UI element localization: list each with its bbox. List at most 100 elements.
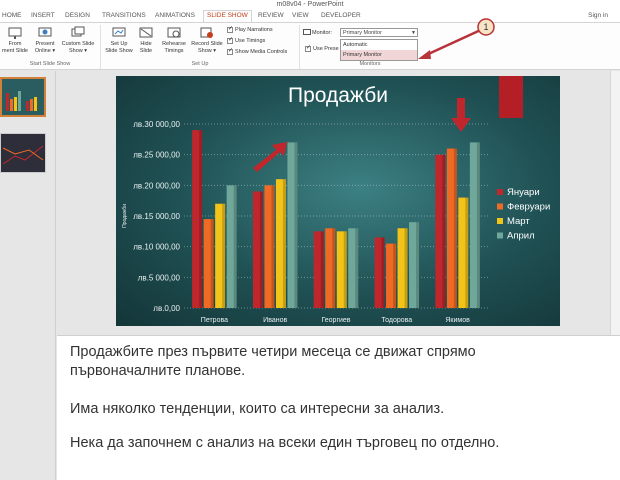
chart-bar-shade (271, 185, 275, 308)
ribbon: From ment Slide Present Online ▾ Custom Sl… (0, 22, 620, 70)
chart-bar-shade (332, 228, 336, 308)
tab-slide-show[interactable]: SLIDE SHOW (203, 10, 252, 22)
play-narrations-checkbox[interactable]: Play Narrations (227, 25, 273, 34)
y-tick-label: лв.15 000,00 (133, 212, 180, 221)
legend-label: Февруари (507, 202, 550, 213)
legend-label: Януари (507, 187, 540, 198)
tab-review[interactable]: REVIEW (258, 11, 284, 21)
custom-show-icon (71, 26, 85, 37)
monitor-label: Monitor: (303, 29, 332, 37)
chart-bar-shade (233, 185, 237, 308)
slide-thumbnails-pane (0, 71, 56, 480)
trend-arrow-up (253, 142, 287, 172)
show-media-controls-checkbox[interactable]: Show Media Controls (227, 47, 287, 56)
tab-view[interactable]: VIEW (292, 11, 309, 21)
slide-editor: лв.0,00 лв.5 000,00 лв.10 000,00 лв.15 000,… (57, 71, 610, 335)
chart-bar-shade (465, 197, 469, 308)
monitor-select[interactable]: Primary Monitor ▼ (340, 28, 418, 37)
use-presenter-view-checkbox[interactable]: Use Prese (305, 44, 339, 53)
monitor-option-automatic[interactable]: Automatic (341, 40, 417, 50)
custom-slide-show-button[interactable]: Custom Slide Show ▾ (59, 26, 97, 54)
checkbox-checked-icon (227, 25, 233, 33)
legend-label: Април (507, 231, 535, 242)
chart-bar-shade (199, 130, 203, 308)
setup-icon (112, 27, 126, 37)
slide-canvas[interactable]: лв.0,00 лв.5 000,00 лв.10 000,00 лв.15 000,… (116, 76, 560, 326)
decorative-red-block (499, 76, 523, 118)
monitor-icon (303, 29, 311, 36)
hide-slide-icon (139, 27, 153, 38)
slide-title: Продажби (288, 84, 388, 107)
legend-swatch (497, 218, 503, 224)
separator (100, 25, 101, 69)
tab-home[interactable]: HOME (2, 11, 22, 21)
tab-design[interactable]: DESIGN (65, 11, 90, 21)
notes-line: първоначалните планове. (70, 363, 246, 379)
tab-developer[interactable]: DEVELOPER (321, 11, 361, 21)
chart-bar-shade (343, 231, 347, 308)
from-current-slide-button[interactable]: From ment Slide (0, 26, 30, 54)
tab-insert[interactable]: INSERT (31, 11, 55, 21)
separator (299, 25, 300, 69)
group-label-setup: Set Up (191, 61, 209, 67)
legend-label: Март (507, 216, 530, 227)
tab-transitions[interactable]: TRANSITIONS (102, 11, 146, 21)
callout-arrow-line (423, 26, 486, 58)
group-label-monitors: Monitors (359, 61, 381, 67)
chart-bar-shade (320, 231, 324, 308)
tab-animations[interactable]: ANIMATIONS (155, 11, 195, 21)
callout-number: 1 (483, 22, 488, 32)
legend-swatch (497, 232, 503, 239)
hide-slide-button[interactable]: Hide Slide (136, 26, 156, 54)
slide-thumbnail-active[interactable] (0, 77, 46, 117)
monitor-dropdown-list: Automatic Primary Monitor (340, 39, 418, 61)
checkbox-checked-icon (227, 47, 233, 55)
chart-bar-shade (453, 148, 457, 308)
y-tick-label: лв.30 000,00 (133, 120, 180, 129)
x-tick-label: Иванов (263, 317, 287, 324)
legend-swatch (497, 189, 503, 195)
monitor-option-primary[interactable]: Primary Monitor (341, 50, 417, 60)
slideshow-icon (8, 27, 22, 39)
chart-bar-shade (294, 142, 298, 308)
chart-bar-shade (476, 142, 480, 308)
legend-swatch (497, 203, 503, 210)
chart-bar-shade (381, 237, 385, 308)
thumbnail-line-image (2, 145, 44, 165)
y-axis-label: Продажби (122, 204, 128, 228)
slide-thumbnail[interactable] (0, 133, 46, 173)
use-timings-checkbox[interactable]: Use Timings (227, 36, 265, 45)
set-up-slide-show-button[interactable]: Set Up Slide Show (103, 26, 135, 54)
record-slide-show-button[interactable]: Record Slide Show ▾ (189, 26, 225, 54)
callout-arrowhead (418, 50, 431, 59)
notes-pane[interactable]: Продажбите през първите четири месеца се… (57, 335, 620, 480)
notes-line: Нека да започнем с анализ на всеки един … (70, 435, 500, 451)
rehearse-timings-button[interactable]: Rehearse Timings (159, 26, 189, 54)
chart-bar-shade (442, 154, 446, 308)
chart-bar-shade (259, 191, 263, 308)
sales-chart[interactable]: лв.0,00 лв.5 000,00 лв.10 000,00 лв.15 000,… (116, 76, 560, 326)
group-label-start: Start Slide Show (29, 61, 71, 67)
chart-bar-shade (355, 228, 359, 308)
notes-line: Има няколко тенденции, които са интересн… (70, 401, 445, 417)
chart-bar-shade (282, 179, 286, 308)
trend-arrow-down (451, 98, 471, 132)
present-online-button[interactable]: Present Online ▾ (32, 26, 58, 54)
y-tick-label: лв.5 000,00 (138, 273, 181, 282)
y-tick-label: лв.0,00 (153, 304, 180, 313)
thumbnail-chart-image (6, 91, 37, 111)
sign-in-link[interactable]: Sign in (588, 11, 608, 21)
annotation-callout: 1 (418, 18, 495, 59)
y-tick-label: лв.25 000,00 (133, 151, 180, 160)
chart-bar-shade (393, 243, 397, 308)
chart-bar-shade (404, 228, 408, 308)
chart-bar-shade (210, 219, 214, 308)
x-tick-label: Тодорова (381, 317, 412, 324)
y-tick-label: лв.20 000,00 (133, 181, 180, 190)
y-tick-label: лв.10 000,00 (133, 243, 180, 252)
vertical-scrollbar[interactable] (610, 71, 620, 335)
checkbox-checked-icon (227, 36, 233, 44)
chart-bar-shade (222, 203, 226, 308)
chart-bar-shade (416, 222, 420, 308)
ribbon-tabs: HOME INSERT DESIGN TRANSITIONS ANIMATION… (0, 10, 620, 22)
